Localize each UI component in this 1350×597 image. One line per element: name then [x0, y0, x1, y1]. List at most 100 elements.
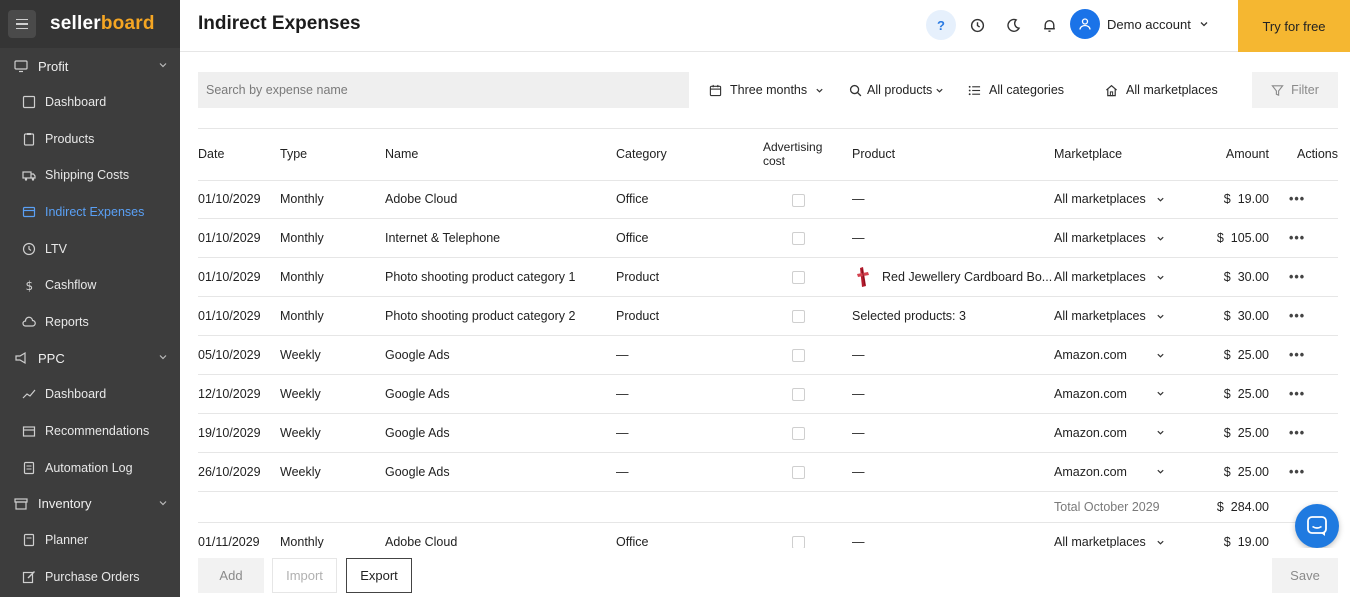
user-icon	[1079, 18, 1091, 30]
sidebar-item-shipping-costs[interactable]: Shipping Costs	[0, 157, 180, 194]
table-row[interactable]: 01/10/2029 Monthly Photo shooting produc…	[198, 257, 1338, 298]
table-row[interactable]: 01/10/2029 Monthly Adobe Cloud Office — …	[198, 180, 1338, 220]
advertising-cost-checkbox[interactable]	[792, 193, 805, 207]
advertising-cost-checkbox[interactable]	[792, 349, 805, 363]
add-button[interactable]: Add	[198, 558, 264, 593]
trend-icon	[22, 390, 36, 399]
advertising-cost-checkbox[interactable]	[792, 310, 805, 324]
period-dropdown[interactable]: Three months	[709, 72, 824, 108]
cell-marketplace[interactable]: All marketplaces	[1054, 257, 1194, 298]
cell-marketplace[interactable]: Amazon.com	[1054, 452, 1194, 492]
advertising-cost-checkbox[interactable]	[792, 465, 805, 479]
sidebar-item-indirect-expenses[interactable]: Indirect Expenses	[0, 194, 180, 231]
cell-marketplace[interactable]: Amazon.com	[1054, 374, 1194, 414]
categories-dropdown[interactable]: All categories	[968, 72, 1064, 108]
marketplace-select[interactable]: All marketplaces	[1054, 535, 1194, 548]
advertising-cost-checkbox[interactable]	[792, 536, 805, 548]
advertising-cost-checkbox[interactable]	[792, 232, 805, 246]
marketplace-select[interactable]: All marketplaces	[1054, 309, 1194, 323]
column-header-name[interactable]: Name	[385, 129, 616, 181]
cell-type: Monthly	[280, 257, 385, 298]
sidebar-item-ltv[interactable]: LTV	[0, 230, 180, 267]
sidebar-item-automation-log[interactable]: Automation Log	[0, 449, 180, 486]
row-actions-icon[interactable]: •••	[1279, 257, 1338, 298]
help-button[interactable]: ?	[926, 10, 956, 40]
row-actions-icon[interactable]: •••	[1279, 374, 1338, 414]
table-row[interactable]: 01/10/2029 Monthly Internet & Telephone …	[198, 218, 1338, 259]
sidebar-section-ppc[interactable]: PPC	[0, 340, 180, 376]
row-actions-icon[interactable]: •••	[1279, 413, 1338, 453]
table-row[interactable]: 12/10/2029 Weekly Google Ads — — Amazon.…	[198, 374, 1338, 414]
import-button[interactable]: Import	[272, 558, 337, 593]
sidebar-item-products[interactable]: Products	[0, 121, 180, 158]
products-dropdown[interactable]: All products	[849, 72, 944, 108]
sidebar-section-profit[interactable]: Profit	[0, 48, 180, 84]
marketplace-select[interactable]: All marketplaces	[1054, 270, 1194, 284]
sidebar-item-dashboard[interactable]: Dashboard	[0, 84, 180, 121]
save-button[interactable]: Save	[1272, 558, 1338, 593]
table-row[interactable]: 01/11/2029 Monthly Adobe Cloud Office — …	[198, 522, 1338, 548]
logo[interactable]: sellerboard	[50, 13, 155, 35]
row-actions-icon[interactable]: •••	[1279, 335, 1338, 375]
history-icon[interactable]	[962, 10, 992, 40]
marketplaces-dropdown[interactable]: All marketplaces	[1105, 72, 1218, 108]
sidebar-item-cashflow[interactable]: $ Cashflow	[0, 267, 180, 304]
marketplace-select[interactable]: Amazon.com	[1054, 348, 1194, 362]
row-actions-icon[interactable]: •••	[1279, 452, 1338, 492]
cell-product: —	[852, 374, 1054, 414]
column-header-type[interactable]: Type	[280, 129, 385, 181]
sidebar-item-purchase-orders[interactable]: Purchase Orders	[0, 559, 180, 596]
column-header-product[interactable]: Product	[852, 129, 1054, 181]
account-menu[interactable]: Demo account	[1070, 8, 1209, 40]
sidebar-item-recommendations[interactable]: Recommendations	[0, 413, 180, 450]
cell-marketplace[interactable]: All marketplaces	[1054, 522, 1194, 548]
home-icon	[1106, 84, 1117, 96]
cell-marketplace[interactable]: Amazon.com	[1054, 335, 1194, 375]
table-row[interactable]: 19/10/2029 Weekly Google Ads — — Amazon.…	[198, 413, 1338, 453]
sidebar-item-reports[interactable]: Reports	[0, 304, 180, 341]
chat-launcher-button[interactable]	[1295, 504, 1339, 548]
marketplace-select[interactable]: Amazon.com	[1054, 387, 1194, 401]
row-actions-icon[interactable]: •••	[1279, 218, 1338, 259]
sidebar-item-label: Purchase Orders	[45, 569, 140, 584]
marketplace-select[interactable]: All marketplaces	[1054, 192, 1194, 206]
marketplace-select[interactable]: Amazon.com	[1054, 465, 1194, 479]
marketplace-select[interactable]: Amazon.com	[1054, 426, 1194, 440]
table-row[interactable]: 05/10/2029 Weekly Google Ads — — Amazon.…	[198, 335, 1338, 375]
column-header-marketplace[interactable]: Marketplace	[1054, 129, 1194, 181]
cell-name: Photo shooting product category 1	[385, 257, 616, 298]
row-actions-icon[interactable]: •••	[1279, 180, 1338, 220]
column-header-category[interactable]: Category	[616, 129, 763, 181]
column-header-date[interactable]: Date	[198, 129, 280, 181]
cell-type: Weekly	[280, 452, 385, 492]
chevron-down-icon	[159, 63, 167, 68]
column-header-amount[interactable]: Amount	[1194, 129, 1279, 181]
advertising-cost-checkbox[interactable]	[792, 426, 805, 440]
cell-marketplace[interactable]: All marketplaces	[1054, 218, 1194, 259]
cell-product[interactable]: Selected products: 3	[852, 296, 1054, 337]
column-header-advertising-cost[interactable]: Advertising cost	[763, 129, 852, 181]
menu-icon[interactable]	[8, 10, 36, 38]
marketplace-value: Amazon.com	[1054, 425, 1127, 440]
try-for-free-button[interactable]: Try for free	[1238, 0, 1350, 52]
bell-icon[interactable]	[1034, 10, 1064, 40]
export-button[interactable]: Export	[346, 558, 412, 593]
row-actions-icon[interactable]: •••	[1279, 296, 1338, 337]
search-input[interactable]	[198, 72, 689, 108]
cell-marketplace[interactable]: All marketplaces	[1054, 296, 1194, 337]
cell-type: Weekly	[280, 374, 385, 414]
cell-advertising-cost	[763, 218, 852, 259]
cell-marketplace[interactable]: Amazon.com	[1054, 413, 1194, 453]
chevron-down-icon	[1157, 197, 1164, 202]
sidebar-section-inventory[interactable]: Inventory	[0, 486, 180, 522]
table-row[interactable]: 01/10/2029 Monthly Photo shooting produc…	[198, 296, 1338, 337]
dark-mode-icon[interactable]	[998, 10, 1028, 40]
table-row[interactable]: 26/10/2029 Weekly Google Ads — — Amazon.…	[198, 452, 1338, 492]
marketplace-select[interactable]: All marketplaces	[1054, 231, 1194, 245]
advertising-cost-checkbox[interactable]	[792, 271, 805, 285]
sidebar-item-ppc-dashboard[interactable]: Dashboard	[0, 376, 180, 413]
cell-marketplace[interactable]: All marketplaces	[1054, 180, 1194, 220]
filter-button[interactable]: Filter	[1252, 72, 1338, 108]
sidebar-item-planner[interactable]: Planner	[0, 522, 180, 559]
advertising-cost-checkbox[interactable]	[792, 388, 805, 401]
